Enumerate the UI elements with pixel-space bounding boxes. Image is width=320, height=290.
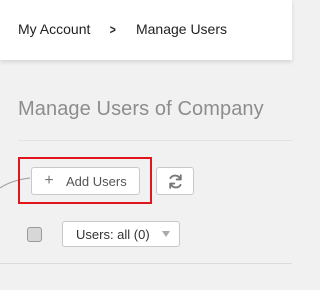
users-filter-dropdown[interactable]: Users: all (0) [62,221,180,247]
caret-down-icon [161,231,170,237]
section-divider [0,263,292,264]
breadcrumb-my-account[interactable]: My Account [18,21,90,37]
breadcrumb-separator-icon: > [110,22,117,37]
title-divider [18,140,292,141]
add-users-label: Add Users [66,173,127,189]
plus-icon: + [44,172,54,189]
refresh-icon [168,173,182,189]
connector-line [0,177,31,189]
select-all-checkbox[interactable] [27,227,42,242]
top-bar: My Account > Manage Users [0,0,292,60]
page-title: Manage Users of Company [18,98,264,120]
breadcrumb-manage-users: Manage Users [135,21,228,37]
add-users-button[interactable]: + Add Users [31,167,140,195]
breadcrumb: My Account > Manage Users [18,21,227,37]
refresh-button[interactable] [156,167,194,195]
users-filter-label: Users: all (0) [76,226,150,242]
